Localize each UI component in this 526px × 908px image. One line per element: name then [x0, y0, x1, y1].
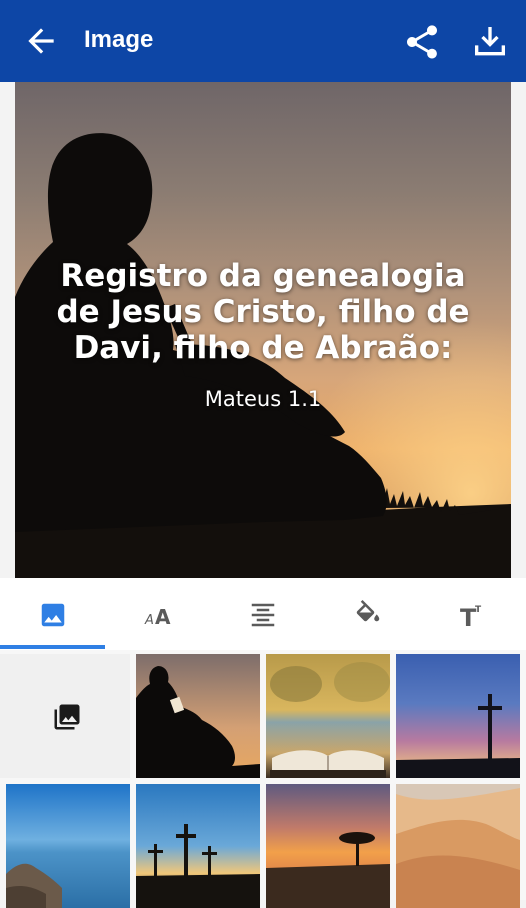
pick-from-gallery-button[interactable] — [0, 654, 130, 778]
thumbnail-rocky-coast-sea[interactable] — [6, 784, 130, 908]
tab-image[interactable] — [0, 578, 105, 650]
thumbnail-boy-reading-sunset[interactable] — [136, 654, 260, 778]
tab-font-size[interactable]: A A — [105, 578, 210, 650]
background-gallery — [0, 650, 526, 908]
thumbnail-open-bible-lake[interactable] — [266, 654, 390, 778]
share-icon[interactable] — [402, 22, 442, 62]
tab-text-format[interactable]: T T — [420, 578, 525, 650]
svg-text:A: A — [144, 613, 154, 628]
verse-text: Registro da genealogia de Jesus Cristo, … — [56, 258, 470, 366]
paint-bucket-icon — [356, 600, 380, 622]
image-icon — [41, 603, 65, 627]
thumbnail-desert-dunes[interactable] — [396, 784, 520, 908]
verse-reference: Mateus 1.1 — [204, 387, 322, 411]
text-format-icon: T T — [460, 604, 482, 630]
arrow-back-icon[interactable] — [22, 22, 60, 60]
svg-text:T: T — [475, 605, 482, 615]
svg-text:A: A — [155, 605, 171, 629]
editor-tabs: A A T T — [0, 578, 526, 650]
page-title: Image — [84, 26, 154, 53]
thumbnail-acacia-sunset[interactable] — [266, 784, 390, 908]
tab-color[interactable] — [315, 578, 420, 650]
thumbnail-three-crosses[interactable] — [136, 784, 260, 908]
selected-tab-indicator — [0, 645, 105, 649]
font-size-icon: A A — [144, 605, 171, 629]
tab-alignment[interactable] — [210, 578, 315, 650]
download-icon[interactable] — [470, 22, 510, 62]
align-center-icon — [251, 603, 275, 627]
app-bar: Image — [0, 0, 526, 82]
verse-image-preview: Registro da genealogia de Jesus Cristo, … — [15, 82, 511, 578]
photo-library-icon — [54, 704, 80, 730]
thumbnail-cross-sunset[interactable] — [396, 654, 520, 778]
